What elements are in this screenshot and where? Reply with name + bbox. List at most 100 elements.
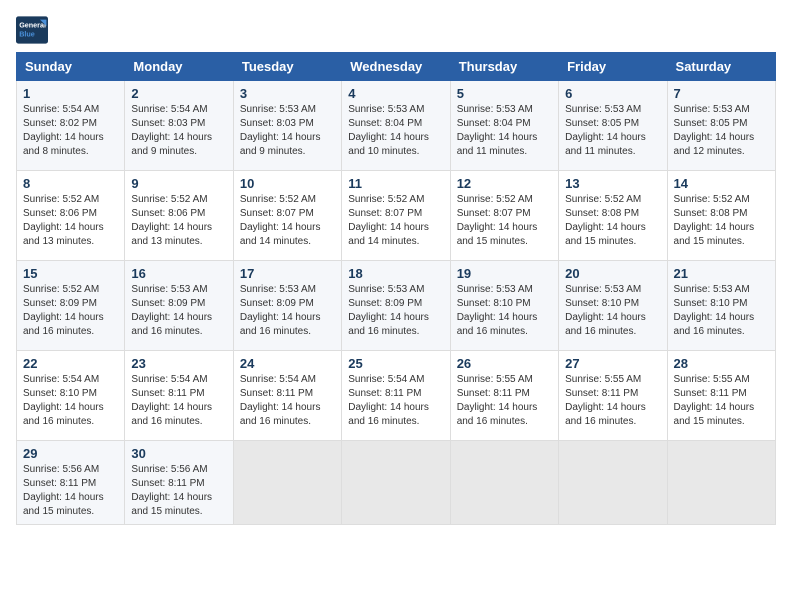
calendar-cell: [233, 441, 341, 525]
day-number: 28: [674, 356, 769, 371]
day-detail: Sunrise: 5:53 AM Sunset: 8:10 PM Dayligh…: [674, 283, 769, 339]
calendar-cell: 11 Sunrise: 5:52 AM Sunset: 8:07 PM Dayli…: [342, 171, 450, 261]
day-number: 2: [131, 86, 226, 101]
calendar-cell: 7 Sunrise: 5:53 AM Sunset: 8:05 PM Daylig…: [667, 81, 775, 171]
calendar-week-2: 8 Sunrise: 5:52 AM Sunset: 8:06 PM Daylig…: [17, 171, 776, 261]
day-detail: Sunrise: 5:52 AM Sunset: 8:07 PM Dayligh…: [348, 193, 443, 249]
day-number: 12: [457, 176, 552, 191]
day-detail: Sunrise: 5:52 AM Sunset: 8:09 PM Dayligh…: [23, 283, 118, 339]
calendar-cell: 1Sunrise: 5:54 AM Sunset: 8:02 PM Daylig…: [17, 81, 125, 171]
calendar-cell: 3 Sunrise: 5:53 AM Sunset: 8:03 PM Daylig…: [233, 81, 341, 171]
calendar-cell: 22 Sunrise: 5:54 AM Sunset: 8:10 PM Dayli…: [17, 351, 125, 441]
calendar-cell: 24 Sunrise: 5:54 AM Sunset: 8:11 PM Dayli…: [233, 351, 341, 441]
day-number: 7: [674, 86, 769, 101]
day-detail: Sunrise: 5:55 AM Sunset: 8:11 PM Dayligh…: [674, 373, 769, 429]
day-detail: Sunrise: 5:53 AM Sunset: 8:04 PM Dayligh…: [348, 103, 443, 159]
day-number: 15: [23, 266, 118, 281]
calendar-week-5: 29 Sunrise: 5:56 AM Sunset: 8:11 PM Dayli…: [17, 441, 776, 525]
day-detail: Sunrise: 5:55 AM Sunset: 8:11 PM Dayligh…: [565, 373, 660, 429]
header-tuesday: Tuesday: [233, 53, 341, 81]
day-detail: Sunrise: 5:52 AM Sunset: 8:07 PM Dayligh…: [457, 193, 552, 249]
header-friday: Friday: [559, 53, 667, 81]
day-detail: Sunrise: 5:53 AM Sunset: 8:09 PM Dayligh…: [240, 283, 335, 339]
calendar-cell: 26 Sunrise: 5:55 AM Sunset: 8:11 PM Dayli…: [450, 351, 558, 441]
calendar-cell: 9 Sunrise: 5:52 AM Sunset: 8:06 PM Daylig…: [125, 171, 233, 261]
day-number: 22: [23, 356, 118, 371]
day-detail: Sunrise: 5:53 AM Sunset: 8:03 PM Dayligh…: [240, 103, 335, 159]
day-detail: Sunrise: 5:54 AM Sunset: 8:11 PM Dayligh…: [348, 373, 443, 429]
logo: General Blue: [16, 16, 48, 44]
day-detail: Sunrise: 5:53 AM Sunset: 8:10 PM Dayligh…: [457, 283, 552, 339]
day-number: 8: [23, 176, 118, 191]
svg-text:Blue: Blue: [19, 29, 35, 38]
day-detail: Sunrise: 5:52 AM Sunset: 8:08 PM Dayligh…: [565, 193, 660, 249]
calendar-cell: 10Sunrise: 5:52 AM Sunset: 8:07 PM Dayli…: [233, 171, 341, 261]
day-number: 9: [131, 176, 226, 191]
day-detail: Sunrise: 5:52 AM Sunset: 8:08 PM Dayligh…: [674, 193, 769, 249]
day-number: 30: [131, 446, 226, 461]
page-header: General Blue: [16, 16, 776, 44]
day-detail: Sunrise: 5:53 AM Sunset: 8:04 PM Dayligh…: [457, 103, 552, 159]
day-number: 3: [240, 86, 335, 101]
day-number: 10: [240, 176, 335, 191]
calendar-cell: 25 Sunrise: 5:54 AM Sunset: 8:11 PM Dayli…: [342, 351, 450, 441]
calendar-cell: 5 Sunrise: 5:53 AM Sunset: 8:04 PM Daylig…: [450, 81, 558, 171]
day-detail: Sunrise: 5:54 AM Sunset: 8:02 PM Dayligh…: [23, 103, 118, 159]
day-number: 17: [240, 266, 335, 281]
day-number: 6: [565, 86, 660, 101]
calendar-cell: [667, 441, 775, 525]
day-number: 16: [131, 266, 226, 281]
day-detail: Sunrise: 5:56 AM Sunset: 8:11 PM Dayligh…: [131, 463, 226, 519]
day-number: 29: [23, 446, 118, 461]
calendar-cell: 15 Sunrise: 5:52 AM Sunset: 8:09 PM Dayli…: [17, 261, 125, 351]
day-detail: Sunrise: 5:54 AM Sunset: 8:10 PM Dayligh…: [23, 373, 118, 429]
day-number: 20: [565, 266, 660, 281]
calendar-cell: 20 Sunrise: 5:53 AM Sunset: 8:10 PM Dayli…: [559, 261, 667, 351]
calendar-week-4: 22 Sunrise: 5:54 AM Sunset: 8:10 PM Dayli…: [17, 351, 776, 441]
day-detail: Sunrise: 5:54 AM Sunset: 8:03 PM Dayligh…: [131, 103, 226, 159]
calendar-cell: 23 Sunrise: 5:54 AM Sunset: 8:11 PM Dayli…: [125, 351, 233, 441]
day-detail: Sunrise: 5:53 AM Sunset: 8:05 PM Dayligh…: [674, 103, 769, 159]
logo-icon: General Blue: [16, 16, 48, 44]
day-detail: Sunrise: 5:56 AM Sunset: 8:11 PM Dayligh…: [23, 463, 118, 519]
calendar-cell: 21 Sunrise: 5:53 AM Sunset: 8:10 PM Dayli…: [667, 261, 775, 351]
day-number: 27: [565, 356, 660, 371]
day-detail: Sunrise: 5:53 AM Sunset: 8:09 PM Dayligh…: [348, 283, 443, 339]
calendar-table: SundayMondayTuesdayWednesdayThursdayFrid…: [16, 52, 776, 525]
day-detail: Sunrise: 5:54 AM Sunset: 8:11 PM Dayligh…: [131, 373, 226, 429]
calendar-cell: 27 Sunrise: 5:55 AM Sunset: 8:11 PM Dayli…: [559, 351, 667, 441]
calendar-header-row: SundayMondayTuesdayWednesdayThursdayFrid…: [17, 53, 776, 81]
day-number: 14: [674, 176, 769, 191]
calendar-cell: 14 Sunrise: 5:52 AM Sunset: 8:08 PM Dayli…: [667, 171, 775, 261]
calendar-cell: 4Sunrise: 5:53 AM Sunset: 8:04 PM Daylig…: [342, 81, 450, 171]
day-number: 19: [457, 266, 552, 281]
day-detail: Sunrise: 5:55 AM Sunset: 8:11 PM Dayligh…: [457, 373, 552, 429]
day-detail: Sunrise: 5:53 AM Sunset: 8:05 PM Dayligh…: [565, 103, 660, 159]
day-number: 23: [131, 356, 226, 371]
day-detail: Sunrise: 5:52 AM Sunset: 8:06 PM Dayligh…: [131, 193, 226, 249]
header-monday: Monday: [125, 53, 233, 81]
calendar-cell: 13 Sunrise: 5:52 AM Sunset: 8:08 PM Dayli…: [559, 171, 667, 261]
calendar-cell: 8 Sunrise: 5:52 AM Sunset: 8:06 PM Daylig…: [17, 171, 125, 261]
day-detail: Sunrise: 5:54 AM Sunset: 8:11 PM Dayligh…: [240, 373, 335, 429]
calendar-cell: 18 Sunrise: 5:53 AM Sunset: 8:09 PM Dayli…: [342, 261, 450, 351]
calendar-cell: [342, 441, 450, 525]
calendar-cell: 12 Sunrise: 5:52 AM Sunset: 8:07 PM Dayli…: [450, 171, 558, 261]
day-number: 25: [348, 356, 443, 371]
day-number: 21: [674, 266, 769, 281]
calendar-cell: 29 Sunrise: 5:56 AM Sunset: 8:11 PM Dayli…: [17, 441, 125, 525]
calendar-cell: [450, 441, 558, 525]
day-detail: Sunrise: 5:53 AM Sunset: 8:10 PM Dayligh…: [565, 283, 660, 339]
calendar-cell: 6 Sunrise: 5:53 AM Sunset: 8:05 PM Daylig…: [559, 81, 667, 171]
day-number: 11: [348, 176, 443, 191]
day-number: 18: [348, 266, 443, 281]
header-sunday: Sunday: [17, 53, 125, 81]
day-number: 26: [457, 356, 552, 371]
day-number: 5: [457, 86, 552, 101]
calendar-week-1: 1Sunrise: 5:54 AM Sunset: 8:02 PM Daylig…: [17, 81, 776, 171]
day-number: 24: [240, 356, 335, 371]
day-number: 13: [565, 176, 660, 191]
header-wednesday: Wednesday: [342, 53, 450, 81]
day-detail: Sunrise: 5:52 AM Sunset: 8:06 PM Dayligh…: [23, 193, 118, 249]
calendar-cell: 2 Sunrise: 5:54 AM Sunset: 8:03 PM Daylig…: [125, 81, 233, 171]
